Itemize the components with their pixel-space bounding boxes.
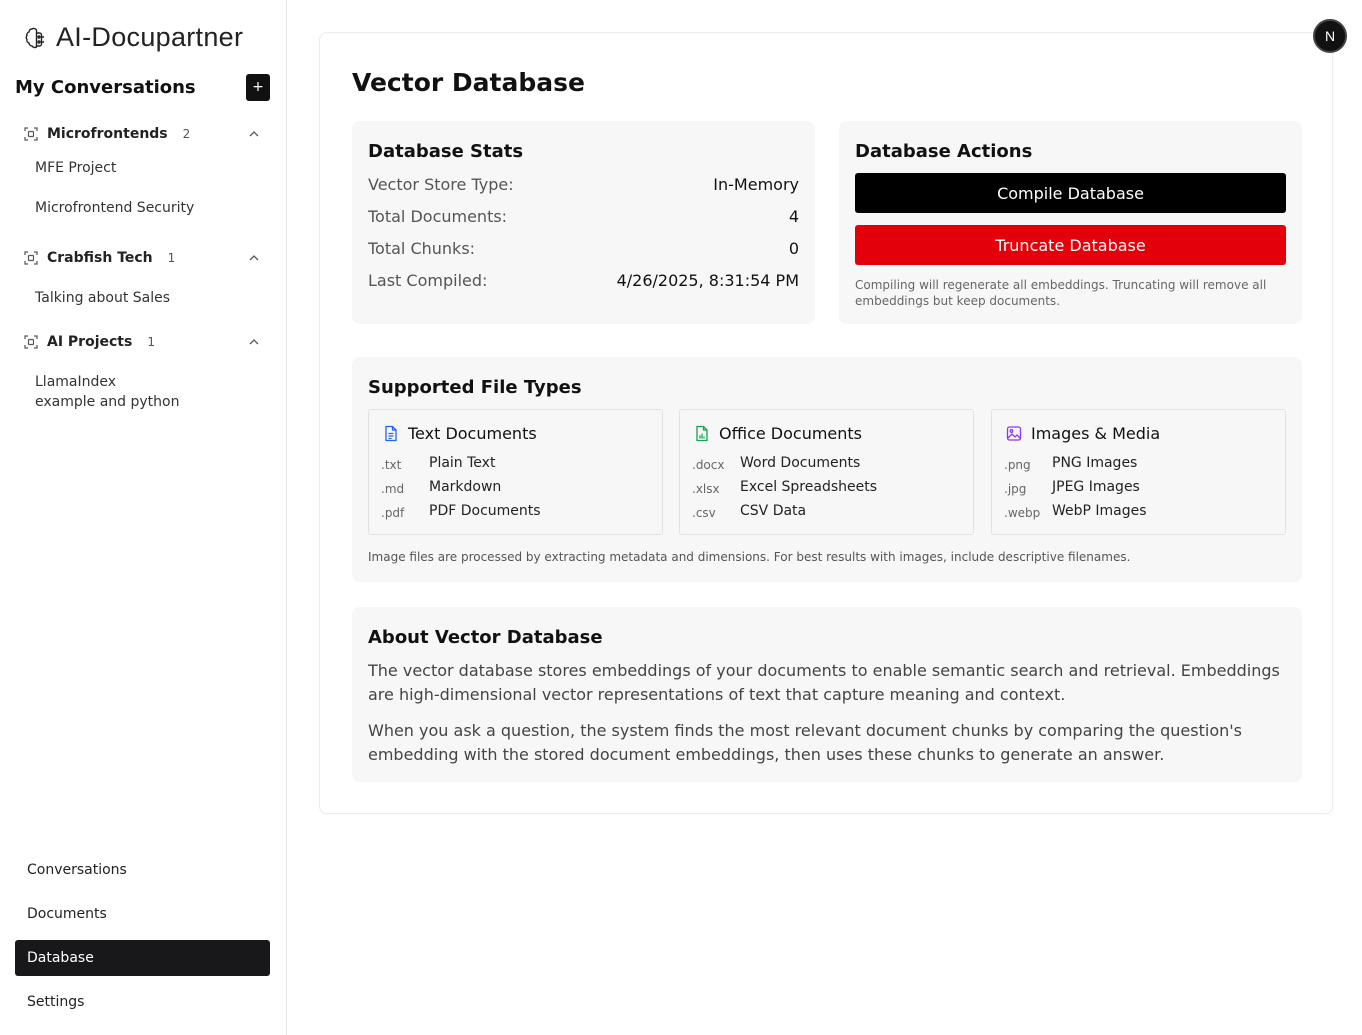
file-description: Word Documents: [740, 455, 861, 471]
database-stats-panel: Database Stats Vector Store Type: In-Mem…: [352, 121, 815, 324]
file-extension: .csv: [692, 506, 716, 520]
file-extension: .jpg: [1004, 482, 1027, 496]
file-type-group-title: Images & Media: [1031, 424, 1161, 443]
conversations-title: My Conversations: [15, 76, 196, 98]
file-description: Plain Text: [429, 455, 496, 471]
stat-row-last-compiled: Last Compiled: 4/26/2025, 8:31:54 PM: [368, 271, 799, 290]
app-name: AI-Docupartner: [56, 22, 244, 52]
file-type-row: .webp WebP Images: [1004, 503, 1147, 523]
stat-label: Last Compiled:: [368, 271, 488, 290]
database-actions-panel: Database Actions Compile Database Trunca…: [839, 121, 1302, 324]
file-extension: .png: [1004, 458, 1031, 472]
file-description: Excel Spreadsheets: [740, 479, 878, 495]
compile-database-button[interactable]: Compile Database: [855, 173, 1286, 213]
brain-logo-icon: [25, 27, 44, 48]
about-paragraph-1: The vector database stores embeddings of…: [368, 661, 1280, 704]
nav-item-database[interactable]: Database: [15, 940, 270, 976]
image-icon: [1006, 426, 1022, 441]
group-scan-icon: [24, 335, 38, 349]
stat-label: Vector Store Type:: [368, 175, 514, 194]
conversation-item[interactable]: LlamaIndex example and python: [15, 372, 180, 412]
file-type-row: .docx Word Documents: [692, 455, 860, 475]
stat-label: Total Chunks:: [368, 239, 476, 258]
stat-value: 0: [788, 239, 799, 258]
file-description: Markdown: [429, 479, 502, 495]
file-extension: .txt: [381, 458, 402, 472]
conversations-header: My Conversations +: [15, 73, 270, 101]
file-extension: .webp: [1004, 506, 1041, 520]
group-scan-icon: [24, 127, 38, 141]
file-type-group-office: Office Documents .docx Word Documents .xl…: [679, 409, 974, 535]
actions-note: Compiling will regenerate all embeddings…: [855, 278, 1267, 308]
group-name: AI Projects: [47, 334, 133, 350]
file-description: PDF Documents: [429, 503, 541, 519]
document-text-icon: [385, 425, 397, 442]
nav-item-conversations[interactable]: Conversations: [15, 852, 270, 888]
chevron-up-icon[interactable]: [248, 128, 260, 140]
main-nav: Conversations Documents Database Setting…: [15, 852, 270, 1028]
about-vector-database-panel: About Vector Database The vector databas…: [352, 607, 1302, 782]
file-description: WebP Images: [1052, 503, 1147, 519]
chevron-up-icon[interactable]: [248, 252, 260, 264]
stat-value: 4: [788, 207, 799, 226]
chevron-up-icon[interactable]: [248, 336, 260, 348]
conversation-item[interactable]: Microfrontend Security: [15, 198, 195, 218]
sidebar: AI-Docupartner My Conversations + Microf…: [0, 0, 287, 1035]
stat-row-total-chunks: Total Chunks: 0: [368, 239, 799, 258]
file-type-row: .csv CSV Data: [692, 503, 806, 523]
file-description: JPEG Images: [1052, 479, 1140, 495]
file-type-row: .md Markdown: [381, 479, 501, 499]
stat-value: In-Memory: [713, 175, 799, 194]
conversation-group-microfrontends: Microfrontends 2 MFE Project Microfronte…: [15, 120, 270, 218]
stat-row-store-type: Vector Store Type: In-Memory: [368, 175, 799, 194]
panel-title: Database Stats: [368, 141, 524, 162]
file-extension: .pdf: [381, 506, 405, 520]
group-header[interactable]: Microfrontends 2: [15, 120, 270, 148]
panel-title: Supported File Types: [368, 377, 582, 398]
conversation-item[interactable]: Talking about Sales: [15, 288, 195, 308]
panel-title: About Vector Database: [368, 627, 603, 648]
nav-item-settings[interactable]: Settings: [15, 984, 270, 1020]
file-type-group-title: Text Documents: [408, 424, 537, 443]
file-type-row: .pdf PDF Documents: [381, 503, 541, 523]
stat-value: 4/26/2025, 8:31:54 PM: [616, 271, 799, 290]
file-extension: .docx: [692, 458, 725, 472]
supported-file-types-panel: Supported File Types Text Documents .txt…: [352, 357, 1302, 582]
file-extension: .xlsx: [692, 482, 720, 496]
file-type-row: .png PNG Images: [1004, 455, 1137, 475]
panel-title: Database Actions: [855, 141, 1033, 162]
group-header[interactable]: Crabfish Tech 1: [15, 244, 270, 272]
file-description: PNG Images: [1052, 455, 1138, 471]
conversation-item[interactable]: MFE Project: [15, 158, 195, 178]
vector-database-card: Vector Database Database Stats Vector St…: [319, 32, 1333, 814]
page-title: Vector Database: [352, 68, 585, 97]
group-name: Crabfish Tech: [47, 250, 153, 266]
new-conversation-button[interactable]: +: [246, 73, 270, 101]
conversation-group-crabfish-tech: Crabfish Tech 1 Talking about Sales: [15, 244, 270, 308]
spreadsheet-chart-icon: [696, 425, 708, 442]
group-name: Microfrontends: [47, 126, 168, 142]
conversation-group-ai-projects: AI Projects 1 LlamaIndex example and pyt…: [15, 328, 270, 412]
nav-item-documents[interactable]: Documents: [15, 896, 270, 932]
group-header[interactable]: AI Projects 1: [15, 328, 270, 356]
file-type-row: .txt Plain Text: [381, 455, 495, 475]
truncate-database-button[interactable]: Truncate Database: [855, 225, 1286, 265]
stat-label: Total Documents:: [368, 207, 508, 226]
group-scan-icon: [24, 251, 38, 265]
file-types-note: Image files are processed by extracting …: [368, 550, 1131, 564]
file-extension: .md: [381, 482, 405, 496]
file-type-group-images: Images & Media .png PNG Images .jpg JPEG I…: [991, 409, 1286, 535]
user-avatar[interactable]: N: [1313, 19, 1347, 53]
file-type-row: .xlsx Excel Spreadsheets: [692, 479, 877, 499]
file-description: CSV Data: [740, 503, 807, 519]
about-paragraph-2: When you ask a question, the system find…: [368, 721, 1242, 764]
file-type-row: .jpg JPEG Images: [1004, 479, 1140, 499]
stat-row-total-documents: Total Documents: 4: [368, 207, 799, 226]
group-count-badge: 1: [147, 335, 155, 349]
group-count-badge: 2: [182, 127, 191, 141]
file-type-group-text: Text Documents .txt Plain Text .md Markdow…: [368, 409, 663, 535]
group-count-badge: 1: [167, 251, 176, 265]
file-type-group-title: Office Documents: [719, 424, 863, 443]
app-logo[interactable]: AI-Docupartner: [24, 22, 243, 53]
